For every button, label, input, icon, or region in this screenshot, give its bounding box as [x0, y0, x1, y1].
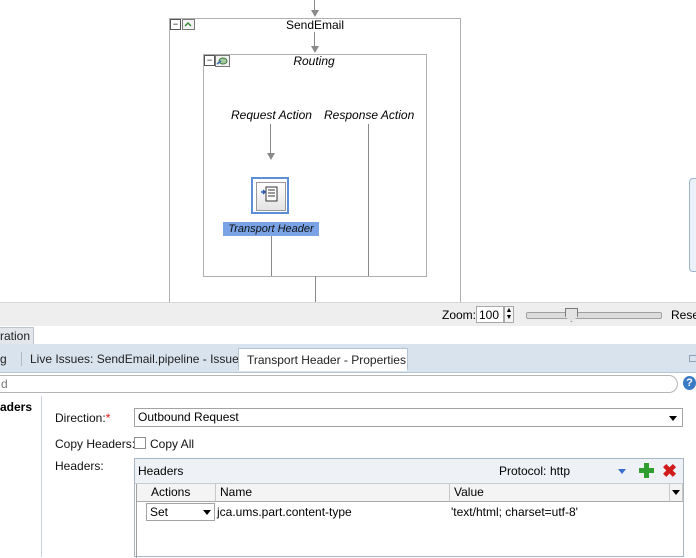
remove-header-icon[interactable]: ✖	[662, 462, 677, 480]
protocol-select[interactable]: http	[550, 464, 628, 478]
chevron-down-icon	[203, 510, 211, 515]
transport-header-node[interactable]	[251, 177, 289, 214]
tab-separator	[21, 352, 22, 366]
add-header-icon[interactable]	[639, 463, 654, 478]
column-header-value[interactable]: Value	[450, 484, 670, 502]
flow-arrow	[267, 153, 275, 160]
zoom-input[interactable]: 100	[476, 306, 504, 323]
protocol-label: Protocol:	[499, 464, 547, 478]
header-value-cell[interactable]: 'text/html; charset=utf-8'	[451, 505, 578, 519]
column-header-name[interactable]: Name	[216, 484, 450, 502]
flow-line	[270, 124, 271, 153]
column-menu[interactable]	[670, 484, 683, 502]
transport-header-label[interactable]: Transport Header	[223, 222, 319, 236]
routing-node[interactable]	[203, 54, 427, 277]
table-row[interactable]: Set jca.ums.part.content-type 'text/html…	[137, 502, 683, 522]
headers-panel-header: Headers Protocol: http ✖	[135, 459, 683, 484]
stage-title: SendEmail	[285, 18, 345, 32]
direction-label: Direction:*	[55, 411, 111, 425]
search-row: d	[0, 373, 696, 395]
editor-tab-row: ration	[0, 326, 696, 345]
headers-label: Headers:	[55, 459, 104, 473]
section-title: aders	[0, 400, 33, 414]
help-icon[interactable]: ?	[683, 376, 696, 390]
zoom-slider-thumb[interactable]	[565, 308, 578, 322]
flow-line	[314, 0, 315, 10]
tab-live-issues[interactable]: Live Issues: SendEmail.pipeline - Issues	[30, 348, 245, 371]
chevron-down-icon	[618, 469, 626, 474]
headers-panel-title: Headers	[138, 464, 184, 478]
pipeline-canvas[interactable]: − SendEmail − Routing Request Action Res…	[0, 0, 696, 302]
response-flow-line	[368, 124, 369, 276]
flow-line	[271, 236, 272, 276]
transport-header-icon	[261, 186, 278, 202]
direction-select[interactable]: Outbound Request	[134, 408, 683, 427]
copy-headers-label: Copy Headers:	[55, 437, 136, 451]
request-action-label: Request Action	[231, 108, 312, 122]
reset-zoom-button[interactable]: Rese	[671, 308, 696, 322]
header-name-cell[interactable]: jca.ums.part.content-type	[217, 505, 352, 519]
tab-configuration[interactable]: ration	[0, 327, 34, 344]
panel-tab-bar: g Live Issues: SendEmail.pipeline - Issu…	[0, 344, 696, 389]
tab-label: Transport Header - Properties	[247, 353, 406, 367]
section-divider	[41, 396, 42, 557]
flow-arrow	[311, 46, 319, 53]
headers-table: Actions Name Value Set jca.ums.part.cont…	[136, 484, 683, 558]
maximize-icon[interactable]	[689, 355, 696, 362]
zoom-slider[interactable]	[526, 312, 662, 319]
tab-log[interactable]: g	[0, 348, 14, 371]
response-action-label: Response Action	[324, 108, 415, 122]
vertical-scrollbar[interactable]	[689, 178, 696, 272]
flow-line	[315, 276, 316, 302]
search-input[interactable]: d	[0, 375, 678, 393]
routing-title: Routing	[293, 54, 335, 68]
chevron-down-icon	[669, 416, 677, 421]
tab-transport-header-properties[interactable]: Transport Header - Properties ×	[238, 348, 408, 389]
search-text: d	[1, 377, 8, 391]
copy-all-checkbox[interactable]	[134, 437, 146, 449]
zoom-toolbar: Zoom: 100 ▲ ▼ Rese	[0, 302, 696, 327]
chevron-down-icon	[672, 490, 680, 495]
headers-panel: Headers Protocol: http ✖ Actions Name Va…	[134, 458, 684, 558]
zoom-label: Zoom:	[442, 308, 477, 322]
flow-line	[314, 32, 315, 46]
action-select[interactable]: Set	[146, 503, 215, 521]
flow-arrow	[311, 10, 319, 17]
copy-all-label: Copy All	[150, 437, 195, 451]
zoom-spinner[interactable]: ▲ ▼	[504, 306, 514, 323]
column-header-actions[interactable]: Actions	[137, 484, 216, 502]
